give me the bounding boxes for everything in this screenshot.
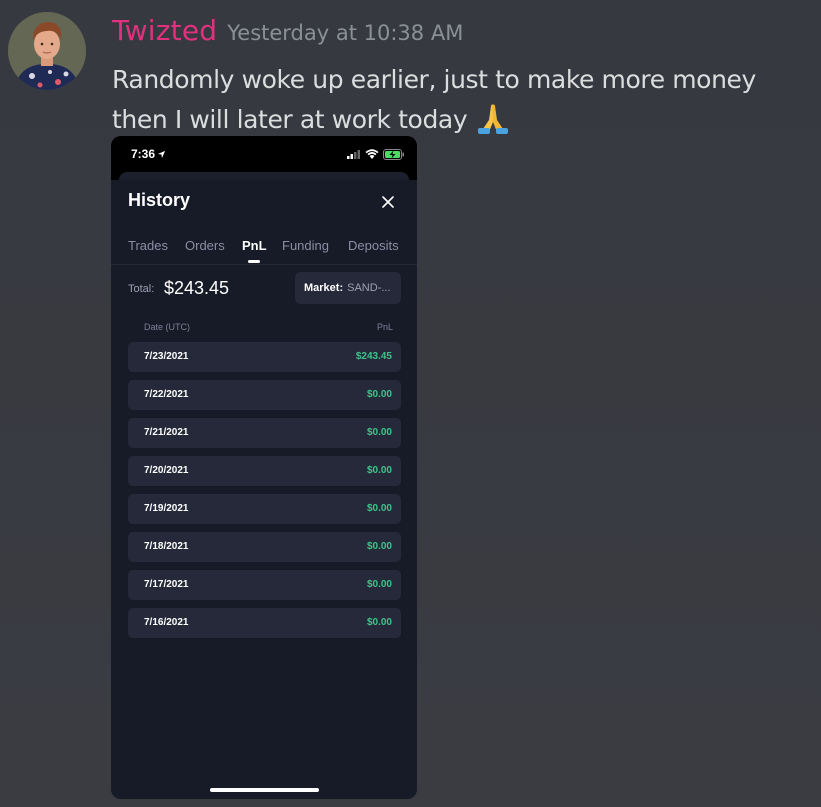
table-row[interactable]: 7/16/2021 $0.00	[128, 608, 401, 638]
table-row[interactable]: 7/20/2021 $0.00	[128, 456, 401, 486]
table-row[interactable]: 7/22/2021 $0.00	[128, 380, 401, 410]
message-header: Twizted Yesterday at 10:38 AM	[112, 14, 463, 47]
row-date: 7/23/2021	[144, 351, 189, 362]
column-header-date: Date (UTC)	[144, 322, 191, 332]
message-text: Randomly woke up earlier, just to make m…	[112, 65, 756, 134]
market-value: SAND-...	[347, 282, 391, 294]
tab-bar: Trades Orders PnL Funding Deposits	[111, 238, 417, 265]
message-timestamp: Yesterday at 10:38 AM	[227, 21, 464, 45]
close-button[interactable]	[379, 193, 397, 211]
row-date: 7/16/2021	[144, 617, 189, 628]
row-date: 7/21/2021	[144, 427, 189, 438]
tab-orders[interactable]: Orders	[185, 238, 225, 253]
home-indicator	[210, 788, 319, 792]
table-row[interactable]: 7/17/2021 $0.00	[128, 570, 401, 600]
attached-screenshot[interactable]: 7:36 History Trades Orders PnL Funding D…	[111, 136, 417, 799]
status-icons	[347, 148, 405, 160]
message-content: Randomly woke up earlier, just to make m…	[112, 60, 817, 140]
total-label: Total:	[128, 283, 155, 295]
row-pnl: $0.00	[366, 541, 392, 552]
tab-deposits[interactable]: Deposits	[348, 238, 399, 253]
status-time: 7:36	[131, 147, 166, 161]
table-row[interactable]: 7/23/2021 $243.45	[128, 342, 401, 372]
pnl-list: 7/23/2021 $243.45 7/22/2021 $0.00 7/21/2…	[128, 342, 401, 646]
row-pnl: $243.45	[355, 351, 392, 362]
row-pnl: $0.00	[366, 503, 392, 514]
folded-hands-emoji-icon	[475, 102, 511, 134]
close-icon	[382, 196, 394, 208]
username[interactable]: Twizted	[112, 14, 217, 47]
table-row[interactable]: 7/21/2021 $0.00	[128, 418, 401, 448]
location-arrow-icon	[157, 150, 166, 159]
row-date: 7/22/2021	[144, 389, 189, 400]
row-date: 7/18/2021	[144, 541, 189, 552]
avatar-image	[8, 12, 86, 90]
page-title: History	[128, 190, 191, 210]
row-pnl: $0.00	[366, 465, 392, 476]
avatar[interactable]	[8, 12, 86, 90]
row-date: 7/19/2021	[144, 503, 189, 514]
table-row[interactable]: 7/18/2021 $0.00	[128, 532, 401, 562]
market-selector-button[interactable]: Market: SAND-...	[295, 272, 401, 304]
wifi-icon	[365, 149, 379, 159]
row-pnl: $0.00	[366, 617, 392, 628]
total-value: $243.45	[164, 278, 230, 298]
row-pnl: $0.00	[366, 427, 392, 438]
row-date: 7/20/2021	[144, 465, 189, 476]
row-pnl: $0.00	[366, 579, 392, 590]
history-sheet: History Trades Orders PnL Funding Deposi…	[111, 180, 417, 799]
signal-icon	[347, 150, 360, 159]
column-header-pnl: PnL	[376, 322, 393, 332]
market-label: Market:	[304, 282, 344, 294]
tab-pnl[interactable]: PnL	[242, 238, 267, 253]
row-date: 7/17/2021	[144, 579, 189, 590]
row-pnl: $0.00	[366, 389, 392, 400]
table-row[interactable]: 7/19/2021 $0.00	[128, 494, 401, 524]
tab-trades[interactable]: Trades	[128, 238, 168, 253]
battery-charging-icon	[383, 148, 404, 160]
tab-funding[interactable]: Funding	[282, 238, 329, 253]
